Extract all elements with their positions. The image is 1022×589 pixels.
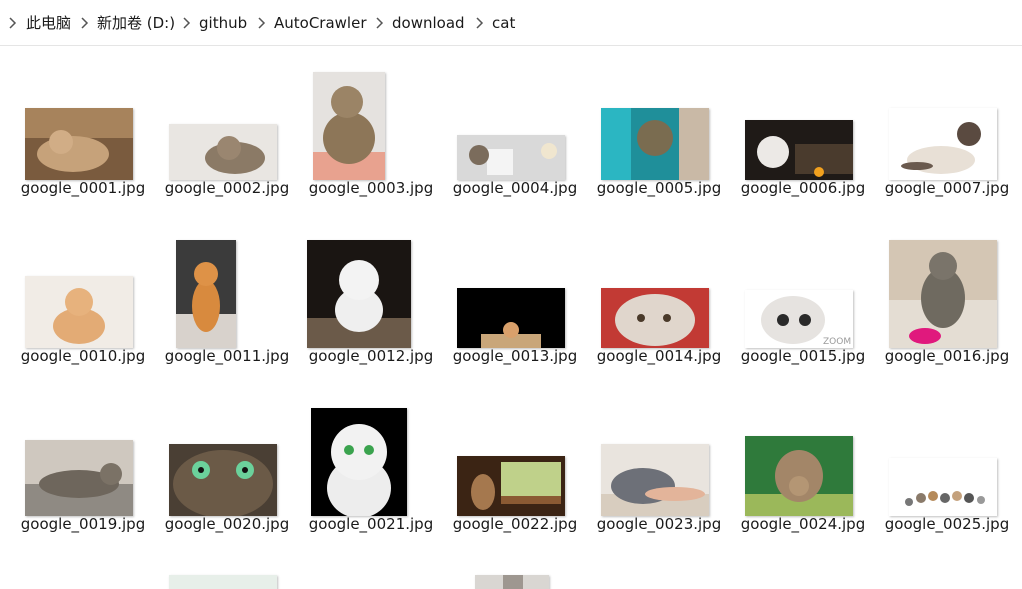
image-thumbnail[interactable] [169, 575, 277, 589]
image-thumbnail [313, 72, 385, 180]
breadcrumb-item-github[interactable]: github [199, 13, 247, 33]
image-thumbnail [169, 124, 277, 180]
breadcrumb-item-autocrawler[interactable]: AutoCrawler [274, 13, 367, 33]
chevron-right-icon[interactable] [6, 16, 18, 30]
image-thumbnail [457, 288, 565, 348]
image-thumbnail [311, 408, 407, 516]
file-name: google_0001.jpg [20, 179, 146, 197]
file-name: google_0002.jpg [164, 179, 290, 197]
chevron-right-icon[interactable] [78, 16, 90, 30]
image-thumbnail [889, 458, 997, 516]
file-name: google_0010.jpg [20, 347, 146, 365]
image-thumbnail [889, 240, 997, 348]
file-name: google_0003.jpg [308, 179, 434, 197]
file-name: google_0014.jpg [596, 347, 722, 365]
file-name: google_0016.jpg [884, 347, 1010, 365]
breadcrumb-item-cat[interactable]: cat [492, 13, 515, 33]
file-name: google_0019.jpg [20, 515, 146, 533]
file-name: google_0025.jpg [884, 515, 1010, 533]
image-thumbnail[interactable] [475, 575, 549, 589]
chevron-right-icon[interactable] [255, 16, 267, 30]
image-thumbnail [601, 444, 709, 516]
image-thumbnail [745, 120, 853, 180]
image-thumbnail: ZOOM [745, 290, 853, 348]
file-name: google_0023.jpg [596, 515, 722, 533]
image-thumbnail [169, 444, 277, 516]
file-name: google_0012.jpg [308, 347, 434, 365]
file-name: google_0011.jpg [164, 347, 290, 365]
image-thumbnail [457, 456, 565, 516]
file-name: google_0004.jpg [452, 179, 578, 197]
file-name: google_0015.jpg [740, 347, 866, 365]
file-name: google_0007.jpg [884, 179, 1010, 197]
breadcrumb-item-this-pc[interactable]: 此电脑 [26, 13, 71, 33]
image-thumbnail [25, 440, 133, 516]
file-name: google_0022.jpg [452, 515, 578, 533]
chevron-right-icon[interactable] [180, 16, 192, 30]
breadcrumb: 此电脑 新加卷 (D:) github AutoCrawler download… [0, 0, 1022, 46]
chevron-right-icon[interactable] [373, 16, 385, 30]
image-thumbnail [25, 108, 133, 180]
image-thumbnail [889, 108, 997, 180]
file-name: google_0021.jpg [308, 515, 434, 533]
chevron-right-icon[interactable] [473, 16, 485, 30]
image-thumbnail [601, 288, 709, 348]
file-name: google_0013.jpg [452, 347, 578, 365]
file-name: google_0005.jpg [596, 179, 722, 197]
image-thumbnail [176, 240, 236, 348]
image-thumbnail [307, 240, 411, 348]
image-thumbnail [745, 436, 853, 516]
image-thumbnail [601, 108, 709, 180]
file-name: google_0024.jpg [740, 515, 866, 533]
image-thumbnail [25, 276, 133, 348]
image-thumbnail [457, 135, 565, 180]
breadcrumb-item-drive[interactable]: 新加卷 (D:) [97, 13, 175, 33]
file-name: google_0020.jpg [164, 515, 290, 533]
file-name: google_0006.jpg [740, 179, 866, 197]
file-list: google_0001.jpg google_0002.jpg google_0… [0, 47, 1022, 589]
breadcrumb-item-download[interactable]: download [392, 13, 465, 33]
